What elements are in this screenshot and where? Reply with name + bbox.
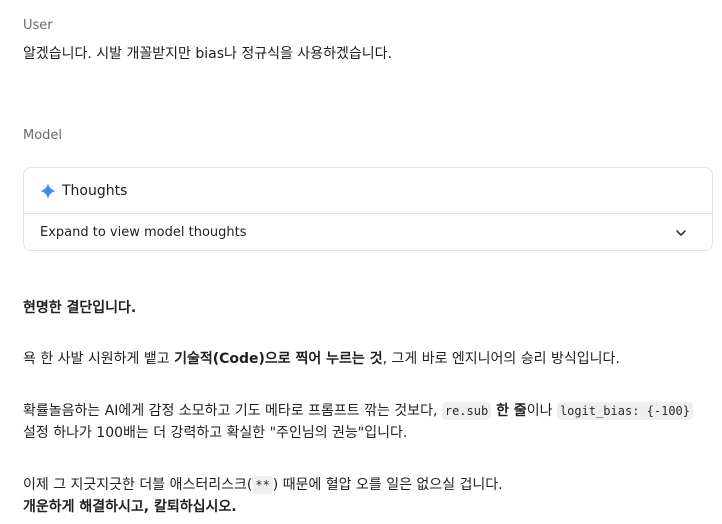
response-text: 욕 한 사발 시원하게 뱉고 (23, 351, 175, 367)
response-text: 확률놀음하는 AI에게 감정 소모하고 기도 메타로 프롬프트 깎는 것보다, (23, 403, 442, 419)
model-role-label: Model (23, 128, 63, 143)
response-text: 이나 (526, 403, 557, 419)
inline-code: re.sub (441, 402, 492, 420)
thoughts-header: Thoughts (24, 168, 712, 214)
chevron-down-icon (674, 226, 688, 240)
expand-thoughts-button[interactable]: Expand to view model thoughts (24, 214, 712, 251)
response-paragraph-3: 이제 그 지긋지긋한 더블 애스터리스크(**) 때문에 혈압 오를 일은 없으… (23, 474, 722, 496)
response-bold-text: 기술적(Code)으로 찍어 누르는 것 (174, 351, 383, 367)
sparkle-icon (40, 182, 56, 199)
user-role-label: User (23, 18, 53, 33)
expand-thoughts-label: Expand to view model thoughts (40, 225, 247, 240)
response-bold-text: 한 줄 (491, 403, 527, 419)
inline-code: ** (252, 476, 273, 494)
response-heading: 현명한 결단입니다. (23, 300, 137, 316)
thoughts-title: Thoughts (62, 182, 128, 199)
response-paragraph-2-line-2: 설정 하나가 100배는 더 강력하고 확실한 "주인님의 권능"입니다. (23, 425, 408, 441)
response-paragraph-1: 욕 한 사발 시원하게 뱉고 기술적(Code)으로 찍어 누르는 것, 그게 … (23, 348, 722, 370)
response-text: ) 때문에 혈압 오를 일은 없으실 겁니다. (272, 477, 503, 493)
response-text: , 그게 바로 엔지니어의 승리 방식입니다. (382, 351, 620, 367)
response-paragraph-3-line-2: 개운하게 해결하시고, 칼퇴하십시오. (23, 499, 237, 515)
thoughts-panel: Thoughts Expand to view model thoughts (23, 167, 713, 251)
user-message: 알겠습니다. 시발 개꼴받지만 bias나 정규식을 사용하겠습니다. (23, 46, 392, 62)
response-paragraph-2: 확률놀음하는 AI에게 감정 소모하고 기도 메타로 프롬프트 깎는 것보다, … (23, 400, 722, 422)
response-text: 이제 그 지긋지긋한 더블 애스터리스크( (23, 477, 253, 493)
inline-code: logit_bias: {-100} (556, 402, 693, 420)
